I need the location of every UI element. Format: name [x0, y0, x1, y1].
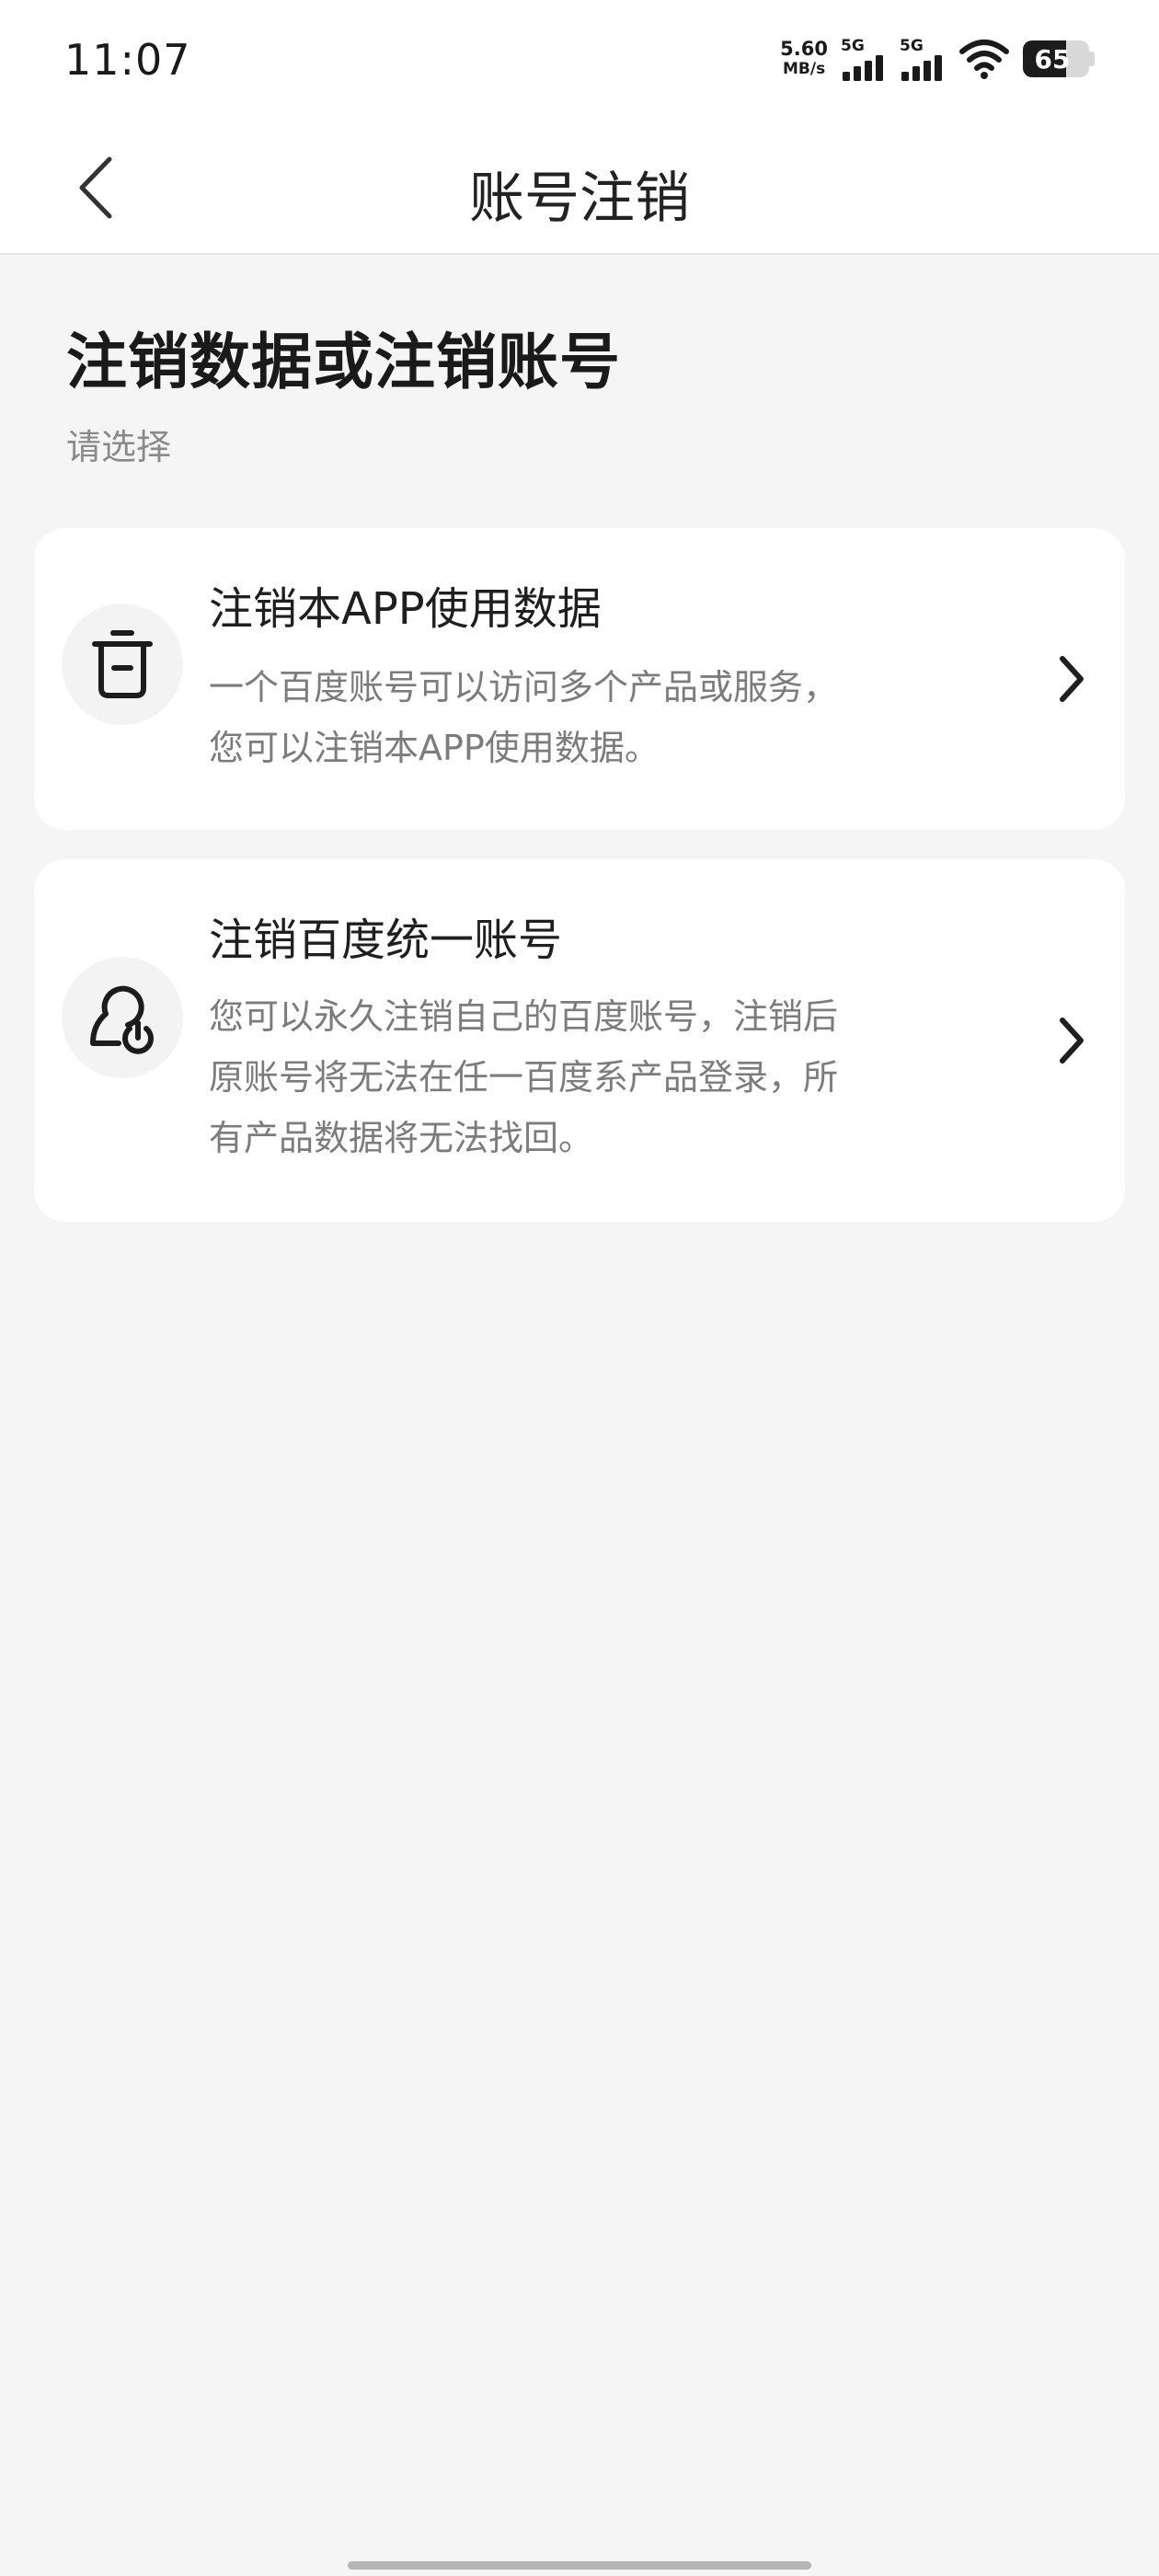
- option-description-line: 您可以注销本APP使用数据。: [209, 728, 660, 768]
- page-title: 账号注销: [469, 167, 690, 231]
- option-deregister-account[interactable]: 注销百度统一账号 您可以永久注销自己的百度账号，注销后 原账号将无法在任一百度系…: [34, 859, 1125, 1222]
- status-icons: 5.60 MB/s 5G 5G 65: [780, 37, 1095, 81]
- sim1-tag: 5G: [841, 37, 865, 55]
- wifi-icon: [958, 39, 1010, 79]
- sim2-signal-icon: 5G: [900, 37, 946, 81]
- user-power-icon: [62, 957, 183, 1078]
- battery-level: 65: [1034, 43, 1071, 75]
- battery-icon: 65: [1023, 40, 1089, 77]
- chevron-right-icon: [1044, 1013, 1099, 1068]
- chevron-right-icon: [1044, 651, 1099, 707]
- option-description-line: 有产品数据将无法找回。: [209, 1118, 594, 1158]
- option-title: 注销百度统一账号: [209, 914, 563, 966]
- network-speed-unit: MB/s: [782, 60, 826, 78]
- home-indicator[interactable]: [348, 2561, 811, 2570]
- network-speed: 5.60 MB/s: [780, 39, 828, 79]
- network-speed-value: 5.60: [780, 38, 828, 60]
- option-description-line: 原账号将无法在任一百度系产品登录，所: [209, 1057, 839, 1098]
- nav-bar: 账号注销: [0, 124, 1159, 255]
- trash-icon: [62, 604, 183, 725]
- option-description: 一个百度账号可以访问多个产品或服务， 您可以注销本APP使用数据。: [209, 657, 908, 778]
- sim1-signal-icon: 5G: [841, 37, 887, 81]
- status-bar: 11:07 5.60 MB/s 5G 5G 65: [0, 0, 1159, 124]
- option-description-line: 您可以永久注销自己的百度账号，注销后: [209, 996, 839, 1037]
- section-subtitle: 请选择: [66, 427, 172, 467]
- option-description-line: 一个百度账号可以访问多个产品或服务，: [209, 667, 839, 707]
- option-deregister-app-data[interactable]: 注销本APP使用数据 一个百度账号可以访问多个产品或服务， 您可以注销本APP使…: [34, 528, 1125, 830]
- battery-tip: [1089, 52, 1095, 66]
- section-heading: 注销数据或注销账号: [66, 327, 621, 397]
- option-description: 您可以永久注销自己的百度账号，注销后 原账号将无法在任一百度系产品登录，所 有产…: [209, 986, 908, 1168]
- option-title: 注销本APP使用数据: [209, 583, 602, 635]
- sim2-tag: 5G: [900, 37, 924, 55]
- status-time: 11:07: [64, 35, 191, 85]
